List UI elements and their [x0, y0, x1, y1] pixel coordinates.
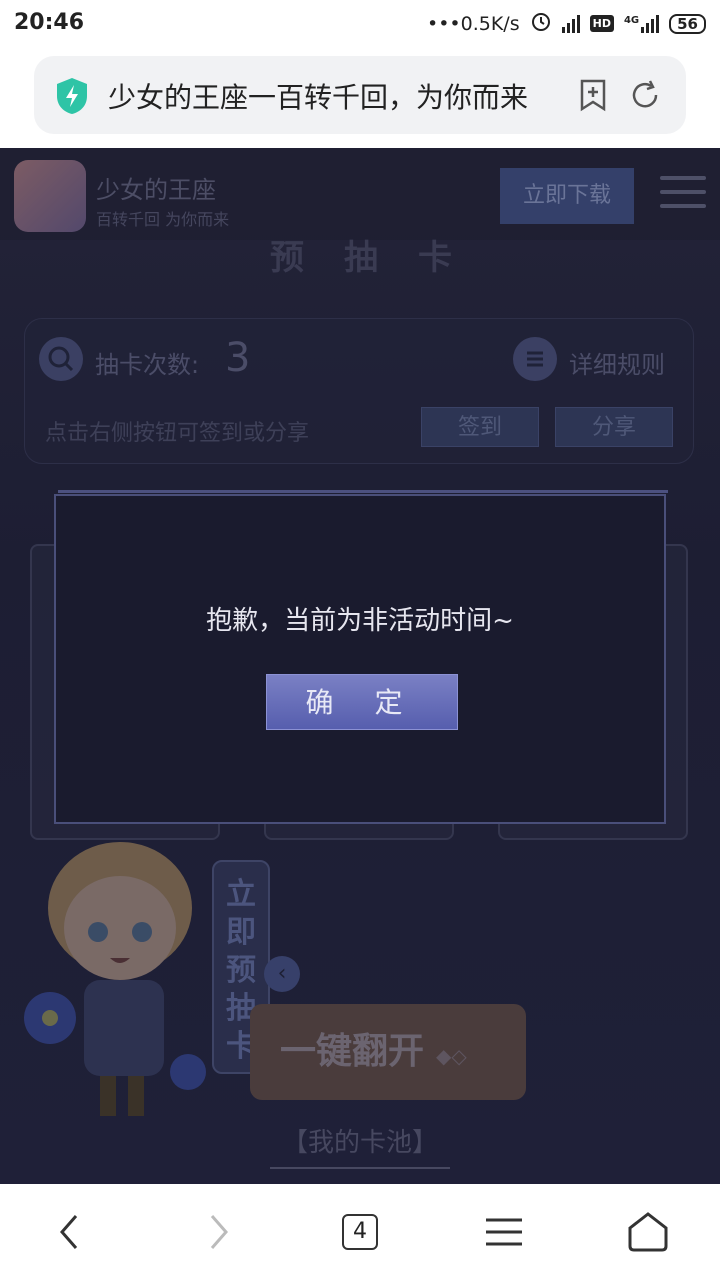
menu-icon[interactable]	[480, 1208, 528, 1256]
signal-4g-icon: 4G	[623, 14, 660, 33]
shield-icon	[54, 76, 90, 116]
flip-all-button[interactable]: 一键翻开 ◆◇	[250, 1004, 526, 1100]
battery-icon: 56	[669, 13, 706, 34]
hint-text: 点击右侧按钮可签到或分享	[45, 421, 310, 446]
dialog-message: 抱歉，当前为非活动时间~	[206, 606, 514, 636]
app-icon	[14, 160, 86, 232]
diamond-icon: ◆◇	[436, 1044, 467, 1068]
home-icon[interactable]	[624, 1208, 672, 1256]
signal-icon	[561, 14, 580, 33]
notice-dialog: 抱歉，当前为非活动时间~ 确 定	[54, 490, 668, 824]
checkin-button[interactable]: 签到	[421, 407, 539, 447]
search-icon	[39, 337, 83, 381]
draw-count-label: 抽卡次数:	[95, 351, 200, 379]
alarm-icon	[530, 10, 552, 37]
network-type: 4G	[623, 14, 640, 26]
network-speed: •••0.5K/s	[427, 12, 520, 35]
status-time: 20:46	[14, 10, 85, 35]
section-title: 预抽卡	[270, 238, 492, 278]
draw-count-value: 3	[225, 335, 251, 381]
list-icon[interactable]	[513, 337, 557, 381]
app-subtitle: 百转千回 为你而来	[96, 210, 230, 229]
download-button[interactable]: 立即下载	[500, 168, 634, 224]
dialog-top-border	[58, 490, 668, 493]
tab-count-button[interactable]: 4	[342, 1214, 378, 1250]
status-bar: 20:46 •••0.5K/s HD 4G 56	[0, 0, 720, 48]
web-page: 少女的王座 百转千回 为你而来 立即下载 预抽卡 抽卡次数: 3 详细规则 点击…	[0, 148, 720, 1184]
forward-icon[interactable]	[194, 1208, 242, 1256]
page-title[interactable]: 少女的王座一百转千回，为你而来	[108, 76, 538, 116]
back-icon[interactable]	[46, 1208, 94, 1256]
refresh-icon[interactable]	[628, 78, 662, 112]
flip-all-label: 一键翻开	[280, 1031, 425, 1072]
status-right-group: •••0.5K/s HD 4G 56	[427, 10, 706, 37]
hd-icon: HD	[589, 15, 614, 32]
rules-link[interactable]: 详细规则	[569, 345, 665, 380]
hamburger-menu-icon[interactable]	[660, 176, 706, 216]
add-bookmark-icon[interactable]	[576, 78, 610, 112]
chevron-left-icon[interactable]: ‹	[264, 956, 300, 992]
chibi-character-image	[20, 828, 220, 1128]
address-bar[interactable]: 少女的王座一百转千回，为你而来	[34, 56, 686, 134]
my-card-pool-link[interactable]: 【我的卡池】	[270, 1122, 450, 1169]
confirm-button[interactable]: 确 定	[266, 674, 458, 730]
app-name: 少女的王座	[96, 176, 216, 204]
share-button[interactable]: 分享	[555, 407, 673, 447]
app-download-banner: 少女的王座 百转千回 为你而来 立即下载	[0, 148, 720, 240]
browser-bottom-nav: 4	[0, 1184, 720, 1280]
draw-info-panel: 抽卡次数: 3 详细规则 点击右侧按钮可签到或分享 签到 分享	[24, 318, 694, 464]
